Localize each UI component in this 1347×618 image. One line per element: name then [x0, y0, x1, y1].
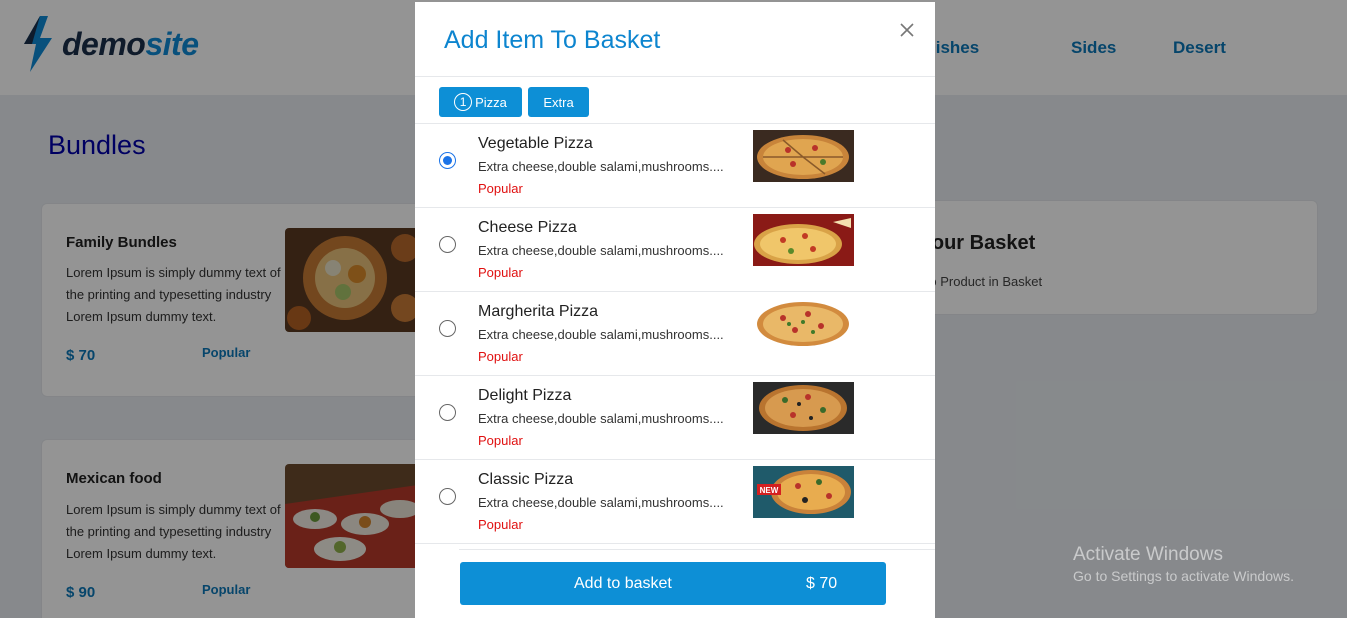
list-item[interactable]: Margherita Pizza Extra cheese,double sal…	[415, 292, 935, 376]
item-radio[interactable]	[439, 236, 456, 253]
popular-badge: Popular	[478, 517, 523, 532]
tab-label: Pizza	[475, 94, 507, 110]
tab-label: Extra	[543, 94, 574, 110]
add-item-modal: Add Item To Basket 1 Pizza Extra Vegetab…	[415, 2, 935, 618]
delight-pizza-image	[753, 382, 854, 434]
classic-pizza-image: NEW	[753, 466, 854, 518]
divider	[459, 549, 935, 550]
item-description: Extra cheese,double salami,mushrooms....	[478, 243, 724, 258]
item-radio[interactable]	[439, 488, 456, 505]
tab-extra[interactable]: Extra	[528, 87, 589, 117]
list-item[interactable]: Cheese Pizza Extra cheese,double salami,…	[415, 208, 935, 292]
popular-badge: Popular	[478, 181, 523, 196]
add-to-basket-label: Add to basket	[574, 575, 672, 592]
item-radio[interactable]	[439, 404, 456, 421]
list-item[interactable]: Classic Pizza Extra cheese,double salami…	[415, 460, 935, 544]
popular-badge: Popular	[478, 433, 523, 448]
close-icon[interactable]	[895, 18, 919, 42]
popular-badge: Popular	[478, 349, 523, 364]
add-to-basket-price: $ 70	[806, 575, 838, 592]
item-radio[interactable]	[439, 152, 456, 169]
item-name: Cheese Pizza	[478, 219, 577, 236]
cheese-pizza-image	[753, 214, 854, 266]
item-description: Extra cheese,double salami,mushrooms....	[478, 159, 724, 174]
item-name: Delight Pizza	[478, 387, 572, 404]
step-number-badge: 1	[454, 93, 473, 111]
item-description: Extra cheese,double salami,mushrooms....	[478, 411, 724, 426]
vegetable-pizza-image	[753, 130, 854, 182]
new-badge: NEW	[760, 486, 779, 495]
item-name: Margherita Pizza	[478, 303, 599, 320]
tab-pizza[interactable]: 1 Pizza	[439, 87, 522, 117]
modal-title: Add Item To Basket	[444, 26, 661, 54]
item-description: Extra cheese,double salami,mushrooms....	[478, 327, 724, 342]
item-name: Classic Pizza	[478, 471, 574, 488]
item-radio[interactable]	[439, 320, 456, 337]
add-to-basket-button[interactable]: Add to basket $ 70	[460, 562, 886, 605]
divider	[415, 76, 935, 77]
list-item[interactable]: Delight Pizza Extra cheese,double salami…	[415, 376, 935, 460]
item-description: Extra cheese,double salami,mushrooms....	[478, 495, 724, 510]
item-name: Vegetable Pizza	[478, 135, 593, 152]
windows-activation-watermark: Activate Windows Go to Settings to activ…	[1073, 544, 1294, 584]
margherita-pizza-image	[753, 298, 854, 350]
list-item[interactable]: Vegetable Pizza Extra cheese,double sala…	[415, 124, 935, 208]
popular-badge: Popular	[478, 265, 523, 280]
